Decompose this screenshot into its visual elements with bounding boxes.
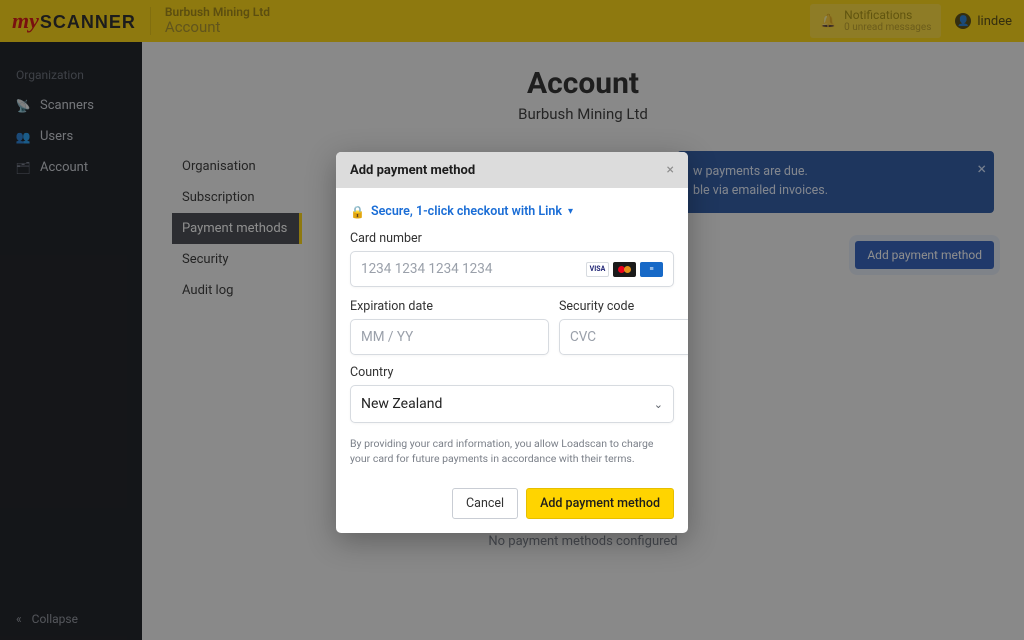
mastercard-icon [613,262,636,277]
card-number-label: Card number [350,231,674,246]
visa-icon: VISA [586,262,609,277]
card-number-field[interactable]: VISA ≡ [350,251,674,287]
expiration-label: Expiration date [350,299,549,314]
chevron-down-icon: ⌄ [654,398,663,411]
card-number-input[interactable] [361,261,586,277]
cvc-input[interactable] [570,329,688,345]
modal-footer: Cancel Add payment method [336,476,688,533]
lock-icon: 🔒 [350,205,365,219]
chevron-down-icon: ▾ [568,206,573,217]
add-payment-modal: Add payment method × 🔒 Secure, 1-click c… [336,152,688,533]
cvc-label: Security code [559,299,688,314]
amex-icon: ≡ [640,262,663,277]
modal-title: Add payment method [350,163,475,178]
secure-link-row[interactable]: 🔒 Secure, 1-click checkout with Link ▾ [350,204,674,219]
cvc-field[interactable] [559,319,688,355]
expiration-input[interactable] [361,329,538,345]
country-select[interactable]: New Zealand ⌄ [350,385,674,423]
expiration-field[interactable] [350,319,549,355]
country-value: New Zealand [361,396,654,412]
modal-overlay[interactable]: Add payment method × 🔒 Secure, 1-click c… [0,0,1024,640]
secure-link-text: Secure, 1-click checkout with Link [371,204,562,219]
close-icon[interactable]: × [667,162,674,178]
disclaimer-text: By providing your card information, you … [350,437,674,466]
modal-header: Add payment method × [336,152,688,188]
country-label: Country [350,365,674,380]
cancel-button[interactable]: Cancel [452,488,518,519]
submit-button[interactable]: Add payment method [526,488,674,519]
